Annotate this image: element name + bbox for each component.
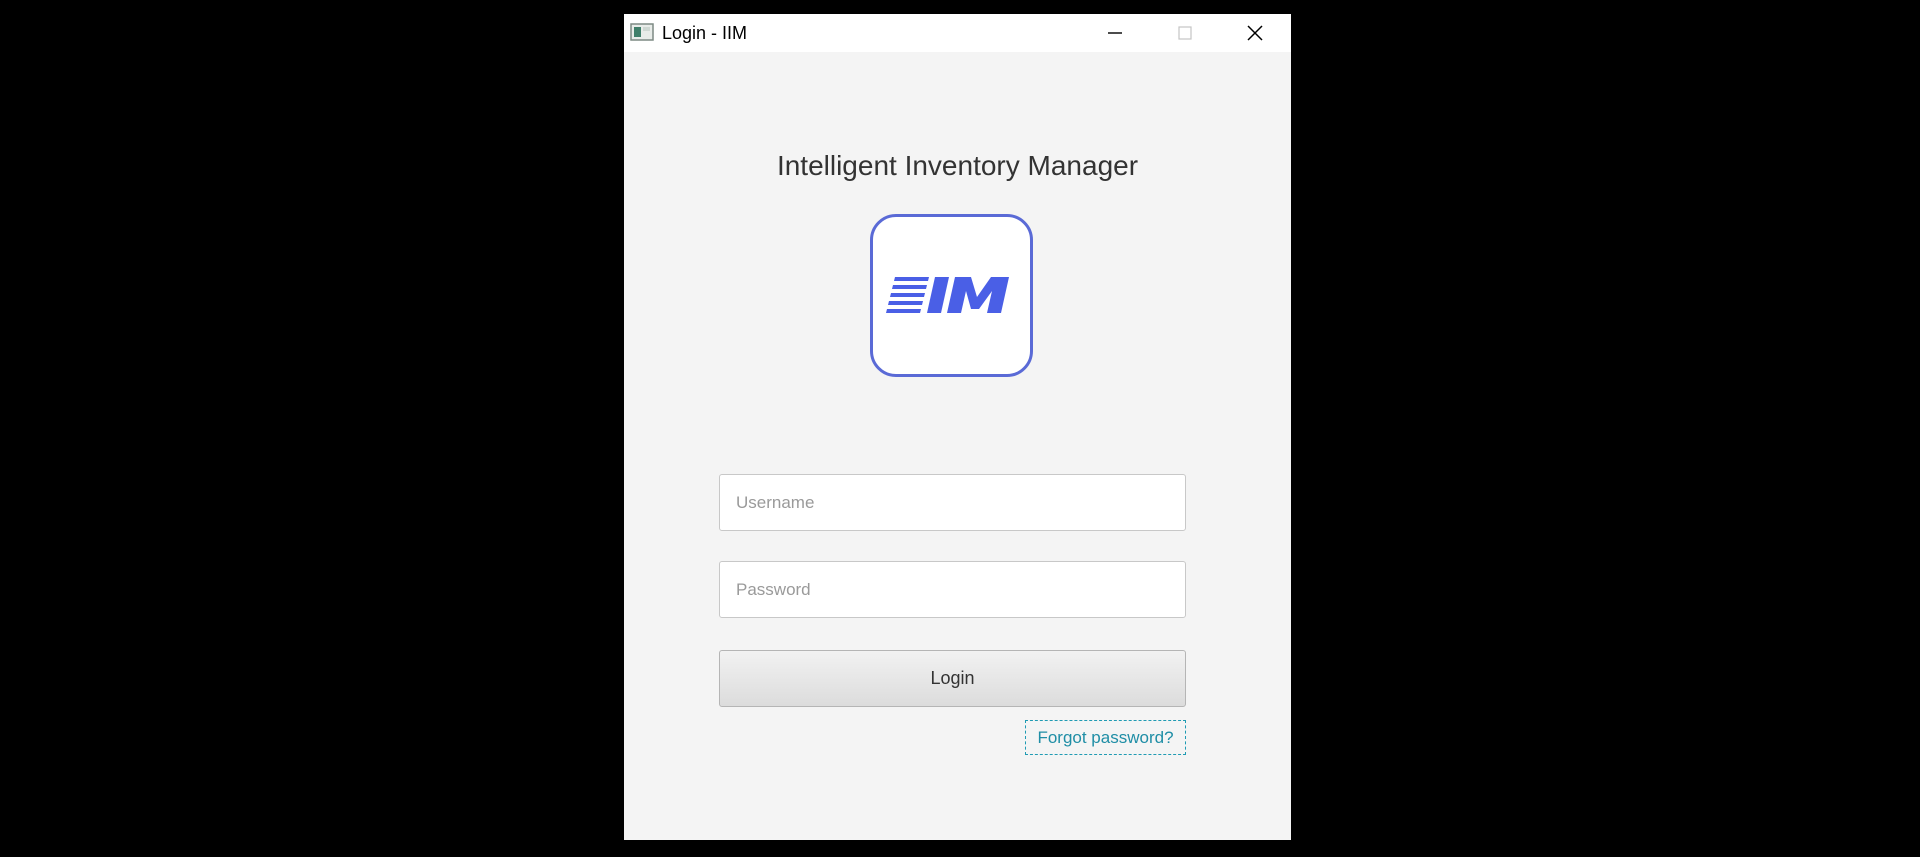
maximize-icon: [1178, 26, 1192, 40]
forgot-password-link[interactable]: Forgot password?: [1025, 720, 1186, 755]
maximize-button[interactable]: [1150, 14, 1220, 52]
forgot-password-label: Forgot password?: [1037, 727, 1174, 747]
window-title: Login - IIM: [662, 23, 748, 43]
minimize-button[interactable]: [1080, 14, 1150, 52]
password-input[interactable]: [719, 561, 1186, 618]
iim-logo-mark: [886, 277, 1009, 313]
login-window: Login - IIM Intelligent Inventory Manage…: [624, 14, 1291, 840]
minimize-icon: [1108, 32, 1122, 34]
close-icon: [1247, 25, 1263, 41]
login-button-label: Login: [930, 668, 975, 688]
title-bar: Login - IIM: [624, 14, 1291, 52]
close-button[interactable]: [1220, 14, 1290, 52]
login-button[interactable]: Login: [719, 650, 1186, 707]
username-input[interactable]: [719, 474, 1186, 531]
app-heading: Intelligent Inventory Manager: [776, 150, 1139, 181]
iim-logo: [870, 214, 1033, 377]
app-window-icon: [630, 22, 654, 42]
